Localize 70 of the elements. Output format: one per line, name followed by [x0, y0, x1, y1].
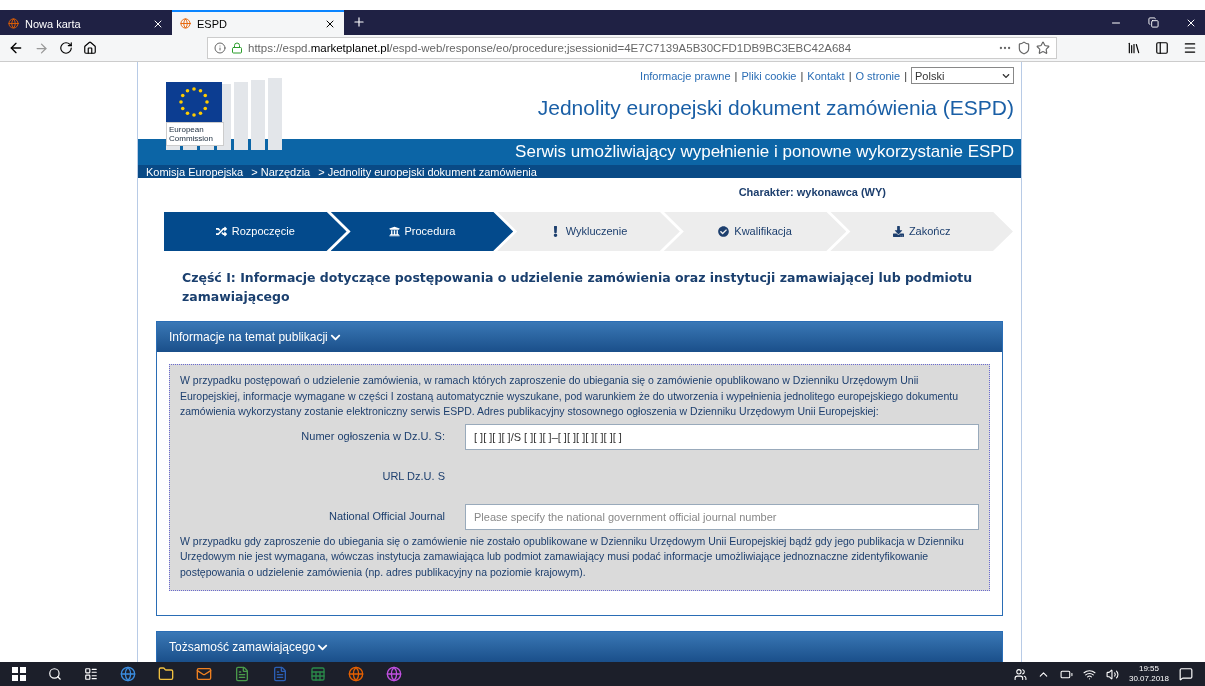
- new-tab-icon[interactable]: [352, 15, 366, 29]
- header-link[interactable]: O stronie: [855, 69, 901, 82]
- wizard-step[interactable]: Kwalifikacja: [663, 211, 847, 251]
- address-bar[interactable]: https://espd.marketplanet.pl/espd-web/response/eo/procedure;jsessionid=4E7C7139A5B30CFD1DB9BC3EBC42A684: [207, 37, 1057, 59]
- note-text: W przypadku gdy zaproszenie do ubiegania się o zamówienie nie zostało opublikowane w Dzienniku Urzędowym Unii Europejskiej bądź gdy jego publikacja w Dzienniku Urzędowym nie jest wymagana, wówczas instytucja zamawiająca lub podmiot zamawiający musi podać informacje umożliwiające jednoznaczne zidentyfikowanie postępowania o udzielenie zamówienia (np. adres publikacyjny na poziomie krajowym).: [180, 533, 965, 580]
- sidebar-icon[interactable]: [1155, 41, 1169, 55]
- globe-icon[interactable]: [386, 666, 402, 682]
- menu-icon[interactable]: [1183, 41, 1197, 55]
- breadcrumb-link[interactable]: > Jednolity europejski dokument zamówienia: [318, 165, 537, 178]
- restore-icon[interactable]: [1148, 17, 1159, 28]
- wizard-step[interactable]: Procedura: [330, 211, 514, 251]
- folder-icon[interactable]: [158, 666, 174, 682]
- browser-tab[interactable]: ESPD: [172, 10, 344, 35]
- wizard-step[interactable]: Rozpoczęcie: [164, 211, 347, 251]
- header-link[interactable]: Kontakt: [807, 69, 845, 82]
- search-icon[interactable]: [48, 667, 62, 681]
- windows-logo-icon[interactable]: [12, 667, 26, 681]
- field-label: Numer ogłoszenia w Dz.U. S:: [300, 428, 445, 444]
- field-label: URL Dz.U. S: [381, 468, 445, 484]
- panel-header[interactable]: Informacje na temat publikacji: [157, 322, 1002, 352]
- people-icon[interactable]: [1013, 667, 1027, 681]
- logo-text: European Commission: [166, 122, 224, 146]
- clock-time: 19:55: [1138, 664, 1159, 674]
- document-icon[interactable]: [234, 666, 250, 682]
- input-field[interactable]: Please specify the national government official journal number: [465, 503, 979, 530]
- wizard-step[interactable]: Wykluczenie: [497, 211, 680, 251]
- back-icon[interactable]: [8, 40, 24, 56]
- panel-header[interactable]: Tożsamość zamawiającego: [157, 632, 1002, 662]
- task-view-icon[interactable]: [84, 667, 98, 681]
- wizard-step[interactable]: Zakończ: [830, 211, 1013, 251]
- home-icon[interactable]: [83, 41, 97, 55]
- shield-icon[interactable]: [1017, 41, 1031, 55]
- page-title: Jednolity europejski dokument zamówienia (ESPD): [536, 96, 1014, 120]
- section-heading: Część I: Informacje dotyczące postępowania o udzielenie zamówienia oraz instytucji zamawiającej lub podmiotu zamawiającego: [182, 269, 974, 306]
- input-field[interactable]: [ ][ ][ ][ ]/S [ ][ ][ ]–[ ][ ][ ][ ][ ][ ][ ]: [465, 423, 979, 450]
- wifi-icon[interactable]: [1082, 667, 1096, 681]
- eu-flag-icon: [166, 82, 222, 122]
- intro-text: W przypadku postępowań o udzielenie zamówienia, w ramach których zaproszenie do ubiegania się o zamówienie opublikowano w Dzienniku Urzędowym Unii Europejskiej, informacje wymagane w części I zostaną automatycznie wyszukane, pod warunkiem że do utworzenia i wypełnienia jednolitego europejskiego dokumentu zamówienia wykorzystany zostanie elektroniczny serwis ESPD. Adres publikacyjny stosownego ogłoszenia w Dzienniku Urzędowym Unii Europejskiej:: [180, 373, 959, 419]
- language-select[interactable]: Polski: [911, 67, 1014, 84]
- separator: |: [904, 69, 907, 82]
- field-label: National Official Journal: [328, 508, 445, 524]
- shuffle-icon: [215, 225, 227, 237]
- forward-icon[interactable]: [34, 40, 49, 56]
- lock-icon: [231, 42, 243, 54]
- globe-icon: [180, 18, 191, 29]
- url-text: https://espd.marketplanet.pl/espd-web/response/eo/procedure;jsessionid=4E7C7139A5B30CFD1DB9BC3EBC42A684: [248, 42, 853, 54]
- separator: |: [800, 69, 804, 82]
- browser-tab[interactable]: Nowa karta: [0, 10, 172, 35]
- header-link[interactable]: Pliki cookie: [741, 69, 797, 82]
- download-icon: [892, 225, 904, 237]
- library-icon[interactable]: [1127, 41, 1141, 55]
- globe-icon: [8, 18, 19, 29]
- separator: |: [848, 69, 852, 82]
- notification-icon[interactable]: [1179, 667, 1193, 681]
- bank-icon: [388, 225, 400, 237]
- tab-title: ESPD: [197, 17, 228, 30]
- role-label: Charakter: wykonawca (WY): [738, 185, 886, 198]
- star-icon[interactable]: [1036, 41, 1050, 55]
- separator: |: [734, 69, 738, 82]
- header-link[interactable]: Informacje prawne: [640, 69, 731, 82]
- spreadsheet-icon[interactable]: [310, 666, 326, 682]
- info-icon[interactable]: [214, 42, 226, 54]
- breadcrumb-link[interactable]: > Narzędzia: [251, 165, 311, 178]
- tab-title: Nowa karta: [25, 17, 82, 30]
- caret-icon: [1002, 71, 1010, 80]
- reload-icon[interactable]: [59, 41, 73, 55]
- mail-icon[interactable]: [196, 666, 212, 682]
- clock-date: 30.07.2018: [1128, 674, 1169, 684]
- speaker-icon[interactable]: [1105, 667, 1119, 681]
- breadcrumb-link[interactable]: Komisja Europejska: [146, 165, 244, 178]
